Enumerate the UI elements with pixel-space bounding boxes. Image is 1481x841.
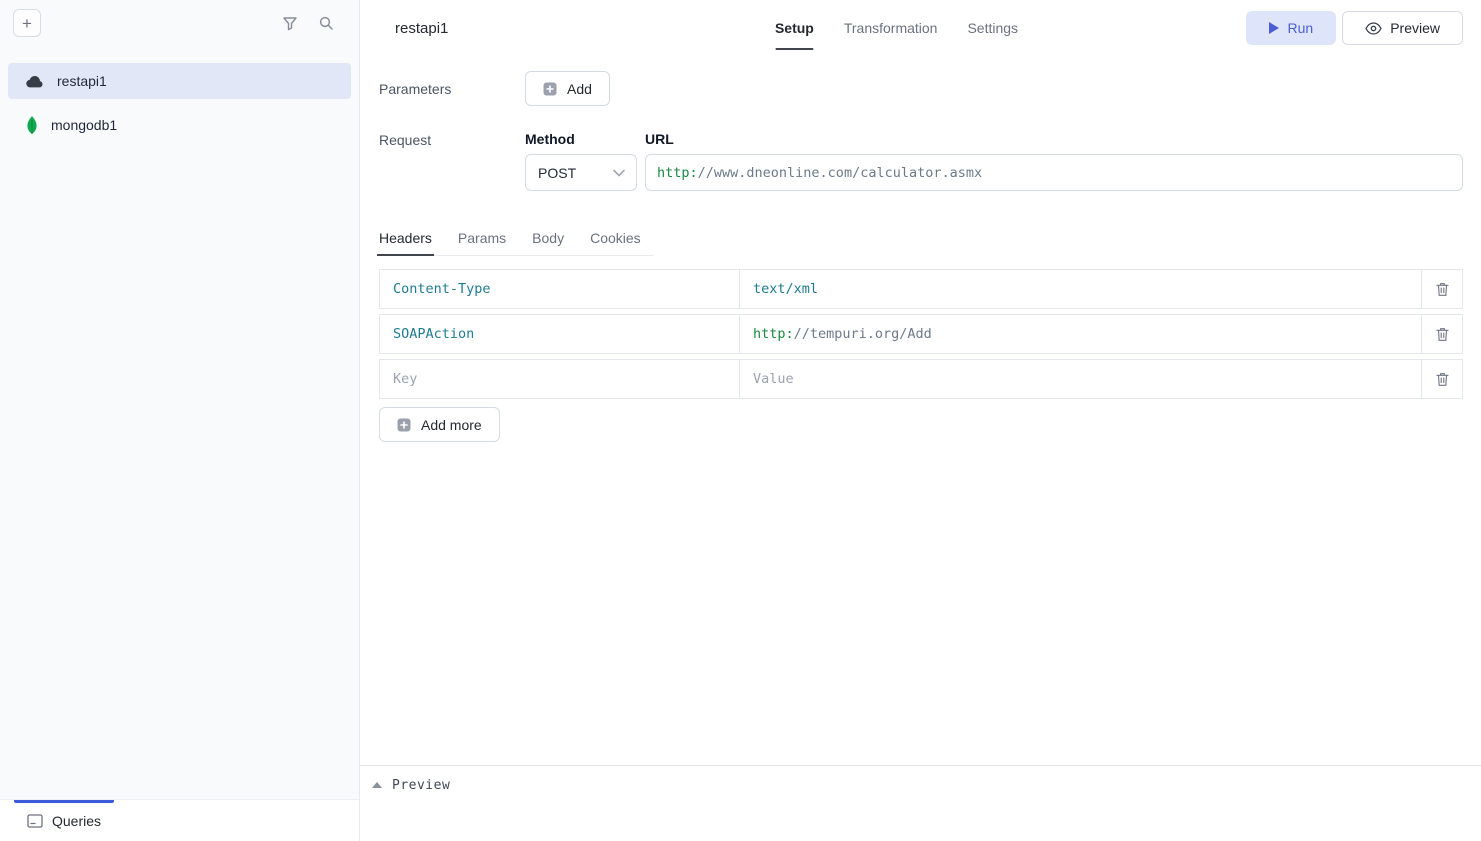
tab-setup[interactable]: Setup — [775, 0, 814, 56]
search-icon[interactable] — [318, 15, 334, 31]
queries-tab-label: Queries — [52, 813, 101, 829]
sidebar: + restapi1 — [0, 0, 360, 841]
url-label: URL — [645, 131, 1463, 147]
value-scheme: http: — [753, 326, 794, 342]
chevron-down-icon — [613, 169, 625, 177]
preview-button[interactable]: Preview — [1342, 11, 1463, 45]
delete-row-button[interactable] — [1421, 314, 1463, 354]
sidebar-item-mongodb1[interactable]: mongodb1 — [8, 107, 351, 143]
delete-row-button[interactable] — [1421, 269, 1463, 309]
sidebar-item-restapi1[interactable]: restapi1 — [8, 63, 351, 99]
key-input[interactable]: Key — [379, 359, 740, 399]
key-input[interactable]: SOAPAction — [379, 314, 740, 354]
preview-button-label: Preview — [1390, 20, 1440, 36]
tab-settings[interactable]: Settings — [967, 0, 1018, 56]
value-input[interactable]: text/xml — [739, 269, 1422, 309]
value-rest: //tempuri.org/Add — [794, 326, 932, 342]
method-label: Method — [525, 131, 637, 147]
add-more-wrap: Add more — [379, 407, 1463, 442]
response-toggle[interactable]: Preview — [372, 778, 450, 793]
mongodb-leaf-icon — [26, 116, 38, 134]
play-icon — [1269, 22, 1279, 34]
tab-params[interactable]: Params — [458, 224, 506, 255]
filter-icon[interactable] — [282, 15, 298, 31]
header-row: SOAPAction http://tempuri.org/Add — [379, 314, 1463, 354]
request-label: Request — [379, 131, 525, 191]
queries-icon — [27, 814, 43, 828]
url-rest: //www.dneonline.com/calculator.asmx — [698, 165, 982, 181]
parameters-row: Parameters Add — [379, 71, 1463, 106]
url-field: URL http://www.dneonline.com/calculator.… — [645, 131, 1463, 191]
run-button[interactable]: Run — [1246, 11, 1337, 45]
sidebar-footer: Queries — [0, 799, 359, 841]
header-actions: Run Preview — [1246, 11, 1463, 45]
plus-square-icon — [543, 82, 557, 96]
add-query-button[interactable]: + — [13, 9, 41, 37]
setup-content: Parameters Add Request Method POST — [360, 56, 1481, 765]
eye-icon — [1365, 22, 1382, 35]
tab-cookies[interactable]: Cookies — [590, 224, 641, 255]
parameters-label: Parameters — [379, 81, 525, 97]
caret-up-icon — [372, 782, 382, 788]
run-button-label: Run — [1288, 20, 1314, 36]
value-input[interactable]: http://tempuri.org/Add — [739, 314, 1422, 354]
rest-api-cloud-icon — [26, 74, 44, 88]
request-fields: Method POST URL http://www.dneonline.com… — [525, 131, 1463, 191]
delete-row-button[interactable] — [1421, 359, 1463, 399]
url-scheme: http: — [657, 165, 698, 181]
main-tabs: Setup Transformation Settings — [775, 0, 1018, 56]
trash-icon — [1436, 327, 1449, 342]
trash-icon — [1436, 372, 1449, 387]
sidebar-header: + — [0, 0, 359, 46]
headers-table: Content-Type text/xml SOAPAction http://… — [379, 269, 1463, 399]
trash-icon — [1436, 282, 1449, 297]
header-row: Key Value — [379, 359, 1463, 399]
queries-tab[interactable]: Queries — [14, 800, 114, 841]
header-row: Content-Type text/xml — [379, 269, 1463, 309]
add-parameter-button[interactable]: Add — [525, 71, 610, 106]
add-more-label: Add more — [421, 417, 482, 433]
key-input[interactable]: Content-Type — [379, 269, 740, 309]
url-input[interactable]: http://www.dneonline.com/calculator.asmx — [645, 154, 1463, 191]
sidebar-item-label: restapi1 — [57, 73, 107, 89]
main-header: restapi1 Setup Transformation Settings R… — [360, 0, 1481, 56]
response-section: Preview — [360, 765, 1481, 841]
tab-headers[interactable]: Headers — [379, 224, 432, 255]
request-row: Request Method POST URL — [379, 131, 1463, 191]
request-sub-tabs: Headers Params Body Cookies — [379, 224, 653, 256]
value-input[interactable]: Value — [739, 359, 1422, 399]
sidebar-item-label: mongodb1 — [51, 117, 117, 133]
add-parameter-label: Add — [567, 81, 592, 97]
method-field: Method POST — [525, 131, 637, 191]
tab-body[interactable]: Body — [532, 224, 564, 255]
response-preview-label: Preview — [392, 778, 450, 793]
query-title[interactable]: restapi1 — [395, 20, 448, 37]
plus-square-icon — [397, 418, 411, 432]
main-panel: restapi1 Setup Transformation Settings R… — [360, 0, 1481, 841]
tab-transformation[interactable]: Transformation — [844, 0, 938, 56]
add-more-button[interactable]: Add more — [379, 407, 500, 442]
method-select[interactable]: POST — [525, 154, 637, 191]
method-value: POST — [538, 165, 576, 181]
query-list: restapi1 mongodb1 — [0, 46, 359, 799]
